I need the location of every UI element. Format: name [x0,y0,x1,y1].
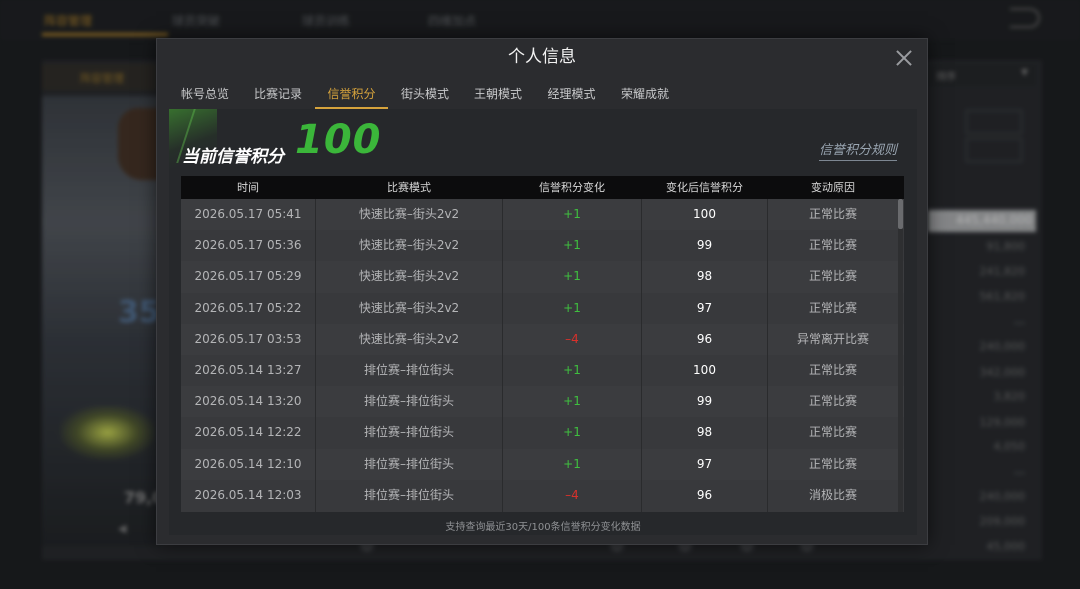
current-score-value: 100 [295,117,382,163]
credit-score-panel: 当前信誉积分 100 信誉积分规则 时间 比赛模式 信誉积分变化 变化后信誉积分… [169,109,917,535]
cell-mode: 快速比赛–街头2v2 [358,300,460,315]
cell-mode: 排位赛–排位街头 [363,363,454,377]
cell-time: 2026.05.14 12:10 [194,456,302,471]
table-body[interactable]: 2026.05.17 05:41 快速比赛–街头2v2 +1 100 正常比赛 2026.… [181,199,904,512]
cell-after: 99 [696,238,713,253]
cell-change: –4 [565,331,579,346]
cell-reason: 异常离开比赛 [796,331,869,346]
cell-mode: 快速比赛–街头2v2 [358,269,460,284]
cell-change: +1 [563,363,581,377]
cell-after: 98 [696,425,713,440]
cell-after: 96 [696,487,713,502]
cell-reason: 正常比赛 [808,456,857,471]
current-score-label: 当前信誉积分 [182,147,284,167]
cell-mode: 排位赛–排位街头 [363,456,454,471]
cell-mode: 快速比赛–街头2v2 [358,207,460,221]
tab-account-overview[interactable]: 帐号总览 [169,81,241,109]
cell-change: +1 [563,269,581,284]
table-row: 2026.05.17 03:53 快速比赛–街头2v2 –4 96 异常离开比赛 [181,324,904,355]
table-row: 2026.05.14 12:10 排位赛–排位街头 +1 97 正常比赛 [181,449,904,480]
table-row: 2026.05.17 05:41 快速比赛–街头2v2 +1 100 正常比赛 [181,199,904,230]
tab-manager-mode[interactable]: 经理模式 [535,81,608,109]
cell-reason: 正常比赛 [808,207,857,221]
cell-after: 100 [693,363,716,377]
table-row: 2026.05.14 13:20 排位赛–排位街头 +1 99 正常比赛 [181,386,904,417]
tab-match-records[interactable]: 比赛记录 [242,81,314,109]
tab-dynasty-mode[interactable]: 王朝模式 [462,81,534,109]
cell-change: +1 [563,394,581,409]
cell-time: 2026.05.14 13:27 [194,363,302,377]
cell-time: 2026.05.17 05:22 [194,300,302,315]
close-icon[interactable] [893,47,915,69]
table-row: 2026.05.14 13:27 排位赛–排位街头 +1 100 正常比赛 [181,355,904,386]
table-scrollbar[interactable] [898,199,903,512]
cell-change: +1 [563,425,581,440]
query-limit-note: 支持查询最近30天/100条信誉积分变化数据 [445,522,641,533]
personal-info-modal: 个人信息 帐号总览 比赛记录 信誉积分 街头模式 王朝模式 经理模式 荣耀成就 … [156,38,928,545]
cell-reason: 正常比赛 [808,300,857,315]
cell-reason: 正常比赛 [808,238,857,253]
column-header-mode: 比赛模式 [387,181,431,194]
tab-street-mode[interactable]: 街头模式 [389,81,461,109]
cell-change: +1 [563,238,581,253]
cell-time: 2026.05.14 13:20 [194,394,302,409]
column-divider [767,199,768,512]
column-header-time: 时间 [237,181,259,194]
cell-reason: 正常比赛 [808,425,857,440]
cell-time: 2026.05.17 03:53 [194,331,302,346]
cell-mode: 排位赛–排位街头 [363,394,454,409]
cell-reason: 正常比赛 [808,394,857,409]
modal-title: 个人信息 [508,47,576,67]
cell-time: 2026.05.17 05:41 [194,207,302,221]
table-scrollbar-thumb[interactable] [898,199,903,229]
cell-time: 2026.05.14 12:03 [194,487,302,502]
cell-time: 2026.05.14 12:22 [194,425,302,440]
table-row: 2026.05.14 12:22 排位赛–排位街头 +1 98 正常比赛 [181,417,904,448]
credit-rules-link[interactable]: 信誉积分规则 [819,139,898,161]
column-divider [315,199,316,512]
table-row: 2026.05.17 05:22 快速比赛–街头2v2 +1 97 正常比赛 [181,293,904,324]
credit-history-table: 时间 比赛模式 信誉积分变化 变化后信誉积分 变动原因 2026.05.17 0… [181,176,904,512]
table-header: 时间 比赛模式 信誉积分变化 变化后信誉积分 变动原因 [181,176,904,199]
table-row: 2026.05.14 12:03 排位赛–排位街头 –4 96 消极比赛 [181,480,904,511]
cell-mode: 排位赛–排位街头 [363,487,454,502]
column-header-reason: 变动原因 [811,181,855,194]
cell-time: 2026.05.17 05:36 [194,238,302,253]
cell-after: 96 [696,331,713,346]
cell-after: 98 [696,269,713,284]
column-divider [641,199,642,512]
cell-after: 99 [696,394,713,409]
cell-after: 97 [696,456,713,471]
cell-change: –4 [565,487,579,502]
cell-change: +1 [563,207,581,221]
cell-mode: 快速比赛–街头2v2 [358,331,460,346]
cell-change: +1 [563,300,581,315]
column-divider [502,199,503,512]
table-row: 2026.05.17 05:29 快速比赛–街头2v2 +1 98 正常比赛 [181,261,904,292]
table-row: 2026.05.17 05:36 快速比赛–街头2v2 +1 99 正常比赛 [181,230,904,261]
tab-credit-score[interactable]: 信誉积分 [315,81,388,109]
column-header-after: 变化后信誉积分 [666,181,743,194]
cell-mode: 排位赛–排位街头 [363,425,454,440]
cell-reason: 正常比赛 [808,363,857,377]
cell-reason: 正常比赛 [808,269,857,284]
cell-after: 100 [693,207,716,221]
column-header-change: 信誉积分变化 [539,181,605,194]
cell-time: 2026.05.17 05:29 [194,269,302,284]
tab-achievements[interactable]: 荣耀成就 [609,81,681,109]
cell-mode: 快速比赛–街头2v2 [358,238,460,253]
cell-change: +1 [563,456,581,471]
cell-reason: 消极比赛 [808,487,857,502]
cell-after: 97 [696,300,713,315]
